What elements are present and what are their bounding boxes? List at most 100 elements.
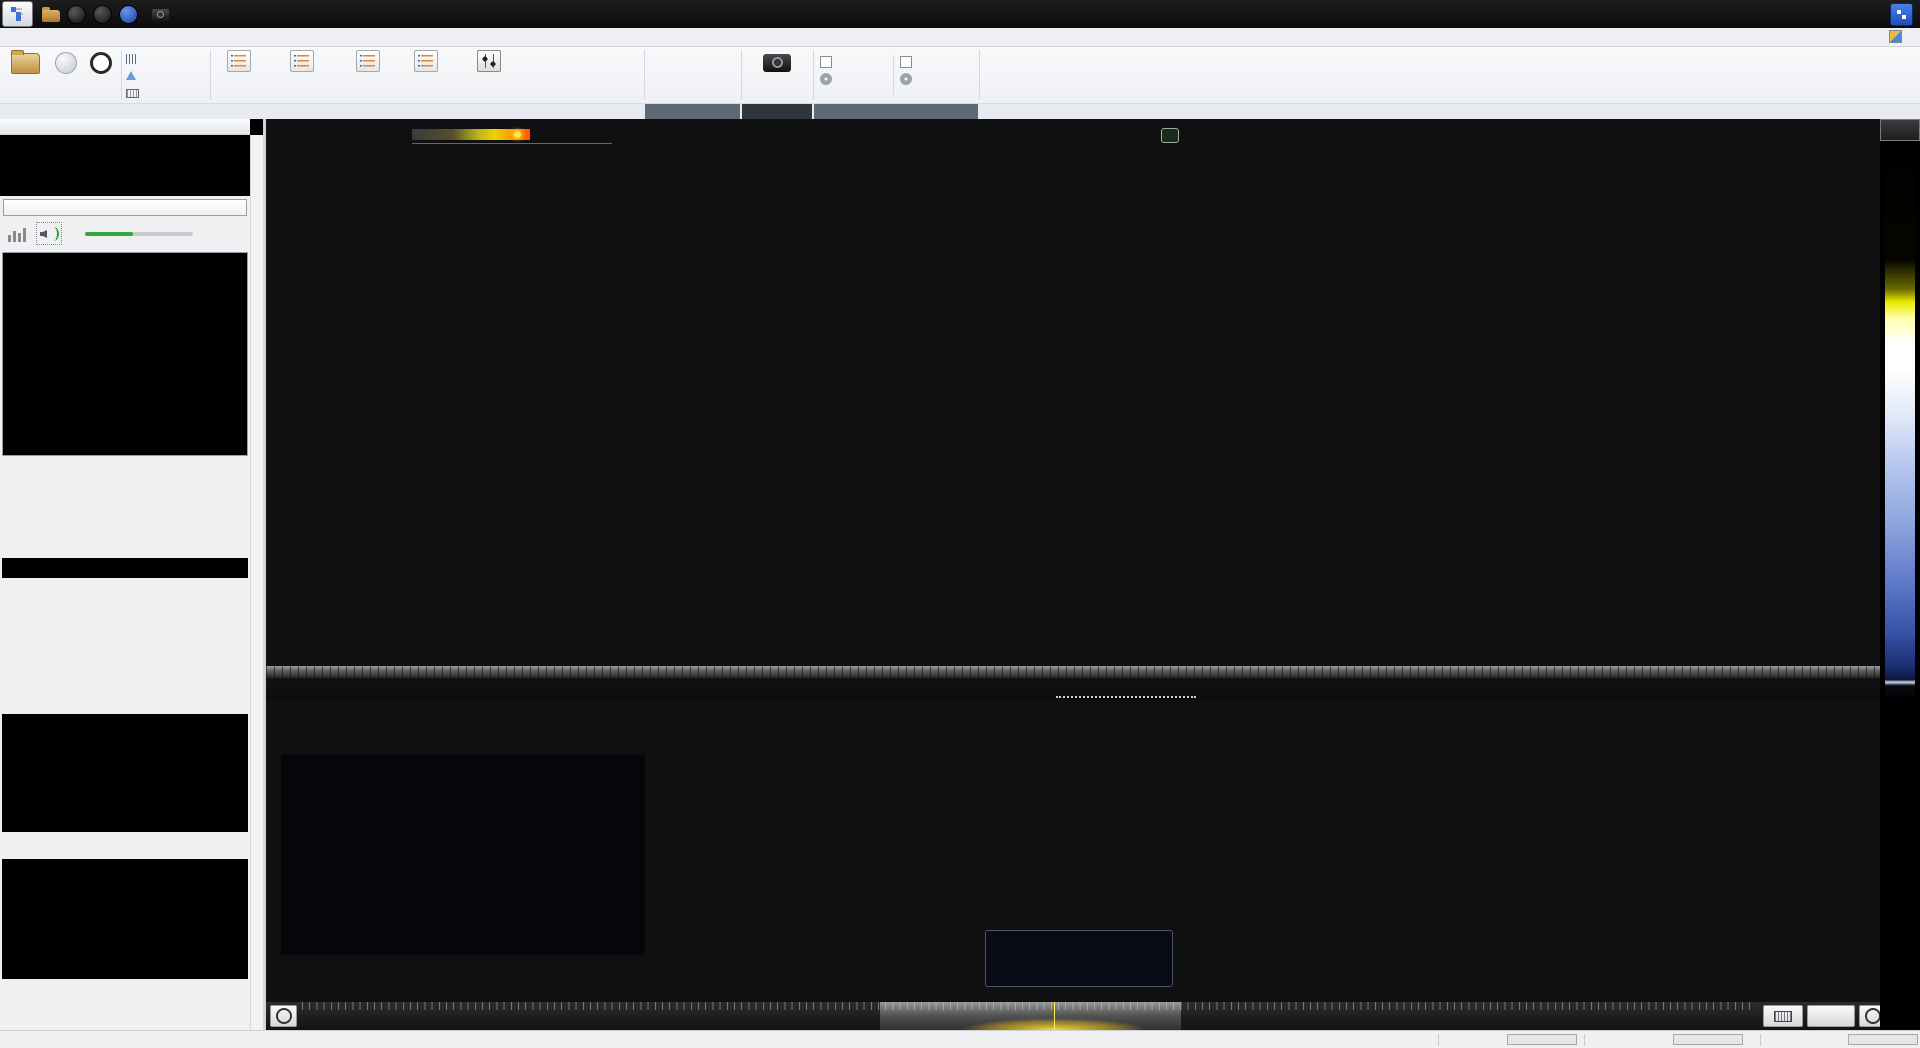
signal-meter-readout: [340, 123, 345, 154]
select-radio-button[interactable]: [2, 49, 48, 79]
play-icon[interactable]: [67, 5, 86, 24]
mode-panel: [2, 714, 248, 832]
ribbon-tab-row: [0, 28, 1920, 47]
rf-gain-button[interactable]: [214, 50, 264, 88]
list-icon: [356, 50, 380, 72]
checkbox-icon[interactable]: [900, 56, 912, 68]
agc-buttons-row: [6, 1007, 250, 1030]
app-logo-icon: [1890, 3, 1913, 26]
colorbar-auto-button[interactable]: [1880, 119, 1920, 141]
keyboard-icon: [126, 89, 139, 98]
agc-header[interactable]: [0, 988, 250, 1002]
double-right-arrow-icon: [1865, 1008, 1881, 1024]
radio-configuration-button[interactable]: [456, 50, 522, 88]
list-icon: [414, 50, 438, 72]
frequency-axis[interactable]: [266, 666, 1880, 700]
spectrum-canvas[interactable]: [266, 119, 1880, 666]
if-waterfall[interactable]: [2, 578, 248, 692]
group-label-wideband-dsp: [814, 104, 978, 119]
auto-mute-options[interactable]: [820, 73, 890, 85]
stop-icon[interactable]: [93, 5, 112, 24]
sliders-icon: [477, 50, 501, 72]
group-label-radio: [0, 104, 643, 119]
group-label-extras: [742, 104, 812, 119]
waterfall-overlay-box: [281, 755, 645, 955]
audio-spectrum-panel: [2, 252, 248, 456]
receive-panel: [0, 119, 250, 1030]
list-icon: [290, 50, 314, 72]
waterfall[interactable]: [266, 700, 1880, 1002]
checkbox-icon[interactable]: [820, 56, 832, 68]
audio-device-select[interactable]: [3, 199, 247, 216]
add-icon[interactable]: [119, 5, 138, 24]
screenshot-button[interactable]: [745, 49, 809, 79]
rf-spectrum-plot[interactable]: [266, 119, 1880, 666]
stop-button[interactable]: [84, 49, 118, 79]
filter-panel: [2, 859, 248, 979]
group-label-rx-frequency: [645, 104, 740, 119]
open-folder-icon[interactable]: [42, 10, 60, 22]
history-button[interactable]: [697, 49, 737, 91]
style-selector[interactable]: [1889, 30, 1910, 43]
volume-slider[interactable]: [85, 232, 193, 236]
s-meter-dot-icon: [514, 131, 521, 138]
s-meter-gradient: [412, 129, 530, 140]
colorbar-gradient[interactable]: [1885, 141, 1915, 988]
receive-panel-header[interactable]: [0, 119, 250, 135]
camera-icon[interactable]: [152, 9, 169, 21]
if-display-header[interactable]: [0, 458, 250, 472]
keyboard-icon: [1774, 1011, 1792, 1022]
double-left-arrow-icon: [276, 1008, 292, 1024]
bandwidth-icon: [126, 54, 138, 64]
speaker-icon[interactable]: [36, 222, 62, 245]
start-button[interactable]: [50, 49, 82, 79]
screenshot-icon: [763, 54, 791, 72]
rx-info-bar: [0, 135, 250, 150]
style-icon: [1889, 30, 1902, 43]
status-bar: [0, 1030, 1920, 1048]
calibration-button[interactable]: [126, 68, 212, 83]
equalizer-icon[interactable]: [8, 225, 28, 242]
waterfall-colorbar[interactable]: [1880, 119, 1920, 1030]
lo-mode-button[interactable]: [398, 50, 454, 88]
quick-access-toolbar: [42, 5, 183, 23]
spectrum-zone: [266, 119, 1880, 1030]
audio-progress-bar: [1673, 1034, 1743, 1045]
rx-marker[interactable]: [1161, 128, 1179, 143]
if-gain-button[interactable]: [266, 50, 338, 88]
noise-blanker-options[interactable]: [900, 73, 980, 85]
visual-gain-button[interactable]: [340, 50, 396, 88]
frequency-tooltip: [985, 930, 1173, 987]
auto-mute-enable[interactable]: [820, 56, 890, 68]
noise-blanker-section: [900, 51, 980, 85]
if-spectrum-axis: [2, 558, 248, 578]
gear-icon: [900, 73, 912, 85]
calibration-icon: [126, 71, 136, 80]
frequency-display[interactable]: [0, 150, 250, 196]
start-icon: [55, 52, 77, 74]
nav-zoom-button[interactable]: [1807, 1005, 1855, 1027]
if-spectrum[interactable]: [2, 472, 248, 558]
bandwidth-button[interactable]: [126, 51, 212, 66]
stop-icon: [90, 52, 112, 74]
filter-header[interactable]: [0, 845, 250, 859]
tuning-dots: [1056, 696, 1196, 698]
noise-blanker-enable[interactable]: [900, 56, 980, 68]
nav-back-button[interactable]: [270, 1005, 297, 1027]
panel-scrollbar[interactable]: [250, 135, 263, 1030]
mode-header[interactable]: [0, 700, 250, 714]
org-chart-icon: [10, 6, 26, 22]
app-menu-button[interactable]: [2, 1, 33, 27]
ribbon: [0, 47, 1920, 104]
nav-keyboard-button[interactable]: [1763, 1005, 1803, 1027]
band-navigation-bar[interactable]: [266, 1002, 1880, 1030]
nav-tick-band: [302, 1002, 1752, 1010]
nav-forward-button[interactable]: [1859, 1005, 1880, 1027]
gear-icon: [820, 73, 832, 85]
volume-row: [0, 219, 250, 249]
audio-spectrum-chart: [3, 253, 247, 455]
previous-button[interactable]: [649, 49, 695, 79]
cpu-progress-bar: [1507, 1034, 1577, 1045]
select-radio-icon: [11, 53, 40, 74]
frequency-button[interactable]: [126, 86, 212, 101]
